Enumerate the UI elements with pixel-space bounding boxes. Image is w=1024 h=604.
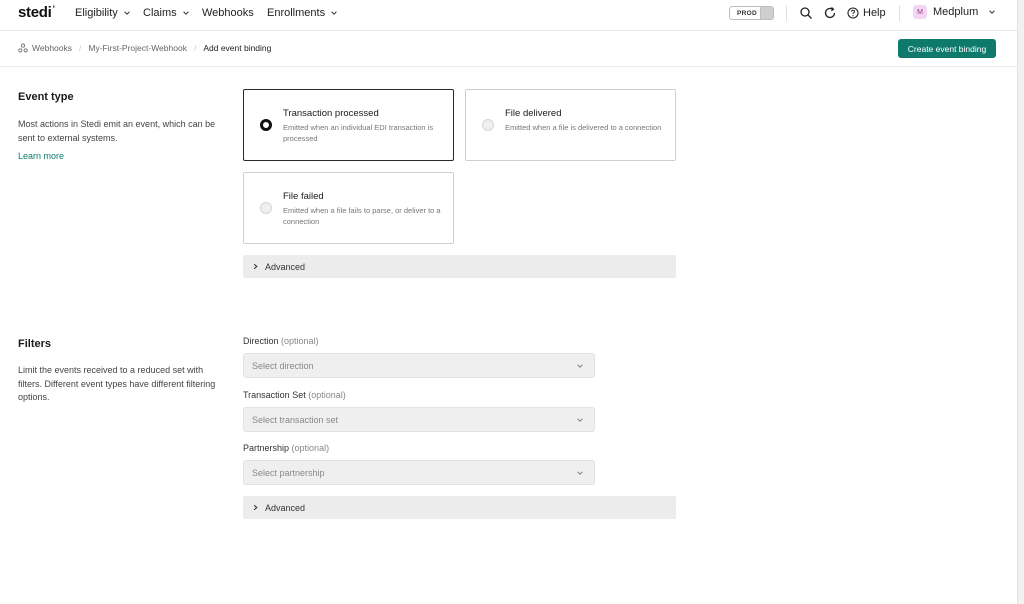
partnership-label: Partnership (optional) — [243, 443, 329, 453]
advanced-label: Advanced — [265, 502, 306, 513]
nav-claims-label: Claims — [143, 7, 177, 19]
nav-claims[interactable]: Claims — [143, 7, 190, 19]
chevron-down-icon — [577, 364, 583, 368]
event-option-file-delivered[interactable]: File delivered Emitted when a file is de… — [465, 89, 676, 161]
breadcrumb-webhooks[interactable]: Webhooks — [18, 43, 72, 53]
filters-advanced-toggle[interactable]: Advanced — [243, 496, 676, 519]
radio-unselected[interactable] — [482, 119, 494, 131]
transaction-set-placeholder: Select transaction set — [252, 414, 339, 425]
search-icon[interactable] — [799, 6, 813, 20]
learn-more-link[interactable]: Learn more — [18, 151, 64, 161]
nav-webhooks[interactable]: Webhooks — [202, 7, 254, 19]
chevron-right-icon — [253, 263, 258, 270]
radio-unselected[interactable] — [260, 202, 272, 214]
chevron-down-icon — [577, 418, 583, 422]
event-option-transaction-processed[interactable]: Transaction processed Emitted when an in… — [243, 89, 454, 161]
nav-eligibility-label: Eligibility — [75, 7, 118, 19]
advanced-label: Advanced — [265, 261, 306, 272]
option-title: Transaction processed — [283, 108, 379, 119]
chevron-down-icon — [182, 11, 189, 15]
event-option-file-failed[interactable]: File failed Emitted when a file fails to… — [243, 172, 454, 244]
chevron-down-icon — [124, 11, 130, 15]
stedi-logo[interactable]: stedi’ — [18, 4, 55, 21]
breadcrumb-separator: / — [79, 43, 82, 53]
chevron-down-icon — [331, 11, 337, 15]
toggle-knob — [760, 7, 773, 19]
direction-label: Direction (optional) — [243, 336, 319, 346]
option-title: File delivered — [505, 108, 562, 119]
option-description: Emitted when a file fails to parse, or d… — [283, 206, 441, 226]
help-label: Help — [863, 7, 886, 19]
optional-tag: (optional) — [281, 336, 319, 346]
chevron-down-icon — [989, 10, 996, 14]
transaction-set-select[interactable]: Select transaction set — [243, 407, 595, 432]
refresh-icon[interactable] — [823, 6, 837, 20]
page-scrollbar[interactable] — [1017, 0, 1024, 604]
help-circle-icon — [847, 7, 859, 19]
option-description: Emitted when an individual EDI transacti… — [283, 123, 434, 143]
radio-selected[interactable] — [260, 119, 272, 131]
top-nav: stedi’ Eligibility Claims Webhooks Enrol… — [0, 0, 1017, 31]
transaction-set-label-text: Transaction Set — [243, 390, 306, 400]
option-title: File failed — [283, 191, 324, 202]
nav-enrollments[interactable]: Enrollments — [267, 7, 338, 19]
direction-placeholder: Select direction — [252, 360, 314, 371]
chevron-down-icon — [577, 471, 583, 475]
partnership-select[interactable]: Select partnership — [243, 460, 595, 485]
environment-label: PROD — [737, 9, 757, 17]
breadcrumb: Webhooks / My-First-Project-Webhook / Ad… — [18, 43, 271, 53]
breadcrumb-webhooks-label: Webhooks — [32, 43, 73, 53]
nav-divider — [899, 5, 900, 21]
help-link[interactable]: Help — [847, 7, 886, 19]
page: stedi’ Eligibility Claims Webhooks Enrol… — [0, 0, 1017, 604]
filters-description: Limit the events received to a reduced s… — [18, 365, 216, 402]
event-type-description: Most actions in Stedi emit an event, whi… — [18, 119, 216, 143]
direction-select[interactable]: Select direction — [243, 353, 595, 378]
event-type-title: Event type — [18, 91, 74, 103]
user-name: Medplum — [933, 6, 979, 18]
partnership-placeholder: Select partnership — [252, 467, 325, 478]
breadcrumb-current: Add event binding — [203, 43, 272, 53]
partnership-label-text: Partnership — [243, 443, 290, 453]
optional-tag: (optional) — [308, 390, 346, 400]
nav-enrollments-label: Enrollments — [267, 7, 326, 19]
webhook-icon — [18, 43, 28, 53]
nav-webhooks-label: Webhooks — [202, 7, 254, 19]
direction-label-text: Direction — [243, 336, 279, 346]
nav-divider — [786, 5, 787, 21]
create-event-binding-button[interactable]: Create event binding — [898, 39, 996, 58]
nav-eligibility[interactable]: Eligibility — [75, 7, 131, 19]
chevron-right-icon — [253, 504, 258, 511]
avatar: M — [913, 5, 927, 19]
environment-toggle[interactable]: PROD — [729, 6, 774, 20]
breadcrumb-separator: / — [193, 43, 197, 53]
filters-title: Filters — [18, 338, 52, 350]
optional-tag: (optional) — [291, 443, 330, 453]
transaction-set-label: Transaction Set (optional) — [243, 390, 346, 400]
option-description: Emitted when a file is delivered to a co… — [505, 123, 662, 132]
breadcrumb-webhook-name[interactable]: My-First-Project-Webhook — [88, 43, 187, 53]
event-type-advanced-toggle[interactable]: Advanced — [243, 255, 676, 278]
user-menu[interactable]: M Medplum — [913, 5, 996, 19]
breadcrumb-bar: Webhooks / My-First-Project-Webhook / Ad… — [0, 31, 1017, 67]
